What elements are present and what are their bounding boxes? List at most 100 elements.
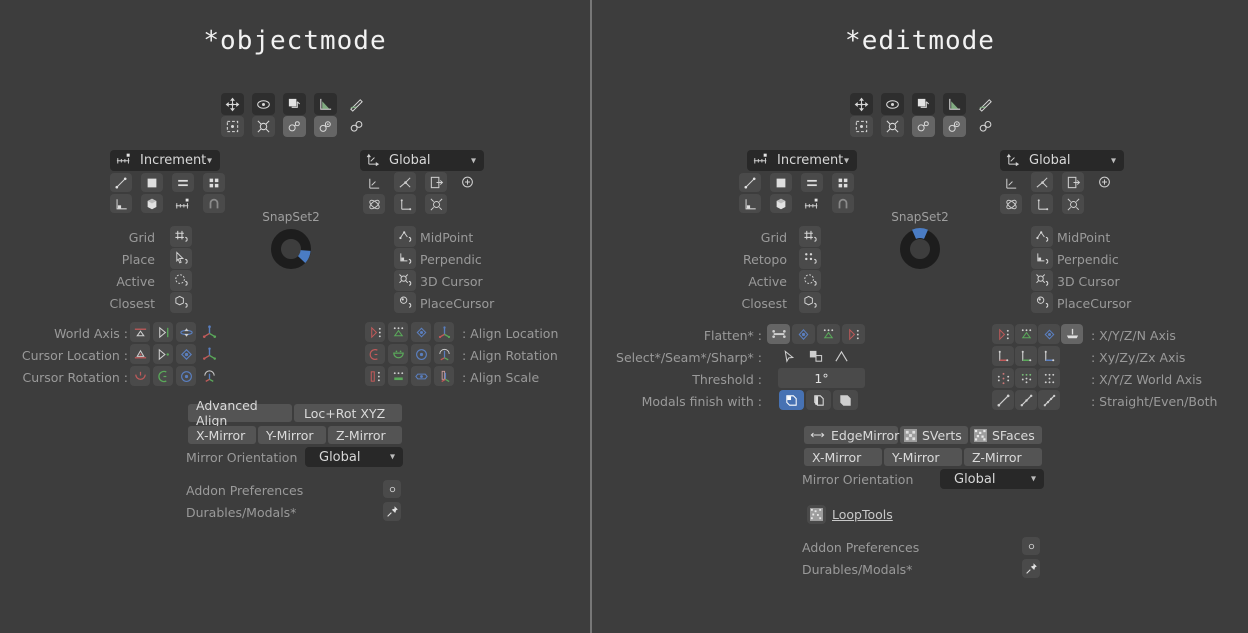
midpoint-icon[interactable] [1031, 226, 1053, 247]
midpoint-icon[interactable] [394, 226, 416, 247]
perpendicular-icon[interactable] [1031, 248, 1053, 269]
orient-view-icon[interactable] [363, 194, 385, 214]
sverts-button[interactable]: SVerts [900, 426, 968, 444]
3d-cursor-icon[interactable] [1031, 270, 1053, 291]
loc-y-icon[interactable] [153, 344, 173, 364]
loc-xyz-icon[interactable] [199, 344, 219, 364]
sharp-icon[interactable] [830, 346, 853, 366]
snap-cube-icon[interactable] [770, 194, 792, 213]
ax-y-icon[interactable] [1015, 324, 1037, 344]
place-cursor-icon[interactable] [394, 292, 416, 313]
as-y-icon[interactable] [388, 366, 408, 386]
retopo-snap-icon[interactable] [799, 248, 821, 269]
orient-global-icon[interactable] [1000, 172, 1022, 192]
select-pick-icon[interactable] [778, 346, 801, 366]
gear-icon[interactable] [383, 480, 401, 498]
modal-a-icon[interactable] [779, 390, 804, 410]
y-mirror-button[interactable]: Y-Mirror [884, 448, 962, 466]
axis-y-icon[interactable] [153, 322, 173, 342]
snap-grid-icon[interactable] [832, 173, 854, 192]
flatten-center-icon[interactable] [792, 324, 815, 344]
snap-cube-icon2[interactable] [141, 194, 163, 213]
tool-rotate-icon[interactable] [252, 93, 275, 115]
place-cursor-icon[interactable] [1031, 292, 1053, 313]
straight-icon[interactable] [992, 390, 1014, 410]
place-snap-icon[interactable] [170, 248, 192, 269]
closest-snap-icon[interactable] [799, 292, 821, 313]
tool-rotate-icon[interactable] [881, 93, 904, 115]
snap-volume-icon[interactable] [172, 173, 194, 192]
snap-face-icon[interactable] [141, 173, 163, 192]
tool-move-icon[interactable] [221, 93, 244, 115]
active-snap-icon[interactable] [170, 270, 192, 291]
tool-snap-double-icon[interactable] [314, 116, 337, 137]
orient-local-icon[interactable] [1031, 194, 1053, 214]
orient-gimbal-icon[interactable] [425, 172, 447, 192]
ax-z-icon[interactable] [1038, 324, 1060, 344]
active-snap-icon[interactable] [799, 270, 821, 291]
wz-icon[interactable] [1038, 368, 1060, 388]
snap-vertex-icon[interactable] [739, 194, 761, 213]
ax-n-icon[interactable] [1061, 324, 1083, 344]
perpendicular-icon[interactable] [394, 248, 416, 269]
axis-x-icon[interactable] [130, 322, 150, 342]
snap-volume-icon[interactable] [801, 173, 823, 192]
tool-scale-icon[interactable] [912, 93, 935, 115]
orient-cursor-icon[interactable] [1062, 194, 1084, 214]
as-xyz-icon[interactable] [434, 366, 454, 386]
axis-xyz-icon[interactable] [199, 322, 219, 342]
orientation-dropdown[interactable]: Global ▾ [360, 150, 484, 171]
snap-increment-icon[interactable] [801, 194, 823, 213]
wx-icon[interactable] [992, 368, 1014, 388]
edge-mirror-button[interactable]: EdgeMirror [804, 426, 899, 444]
z-mirror-button[interactable]: Z-Mirror [328, 426, 402, 444]
tool-annotate-icon[interactable] [345, 93, 368, 115]
ax-x-icon[interactable] [992, 324, 1014, 344]
tool-snap-link-icon[interactable] [345, 116, 368, 137]
grid-snap-icon[interactable] [170, 226, 192, 247]
tool-snap-single-icon[interactable] [283, 116, 306, 137]
x-mirror-button[interactable]: X-Mirror [188, 426, 256, 444]
rot-y-icon[interactable] [153, 366, 173, 386]
orient-add-icon[interactable] [456, 172, 478, 192]
snap-edge-icon[interactable] [110, 173, 132, 192]
orient-gimbal-icon[interactable] [1062, 172, 1084, 192]
tool-measure-icon[interactable] [314, 93, 337, 115]
modal-c-icon[interactable] [833, 390, 858, 410]
rot-z-icon[interactable] [176, 366, 196, 386]
snap-face-icon[interactable] [770, 173, 792, 192]
tool-move-icon[interactable] [850, 93, 873, 115]
orient-normal-icon[interactable] [1031, 172, 1053, 192]
snap-mode-dropdown[interactable]: Increment ▾ [110, 150, 220, 171]
snap-mode-dropdown[interactable]: Increment ▾ [747, 150, 857, 171]
3d-cursor-icon[interactable] [394, 270, 416, 291]
tool-select-box-icon[interactable] [221, 116, 244, 137]
mirror-orientation-dropdown[interactable]: Global ▾ [940, 469, 1044, 489]
snapset-widget[interactable]: SnapSet2 [884, 210, 956, 275]
both-icon[interactable] [1038, 390, 1060, 410]
snap-vertex-icon[interactable] [110, 194, 132, 213]
snap-increment-icon[interactable] [172, 194, 194, 213]
as-z-icon[interactable] [411, 366, 431, 386]
ar-xyz-icon[interactable] [434, 344, 454, 364]
al-y-icon[interactable] [388, 322, 408, 342]
al-x-icon[interactable] [365, 322, 385, 342]
al-xyz-icon[interactable] [434, 322, 454, 342]
tool-cursor-icon[interactable] [881, 116, 904, 137]
y-mirror-button[interactable]: Y-Mirror [258, 426, 326, 444]
snapset-widget[interactable]: SnapSet2 [255, 210, 327, 275]
gear-icon[interactable] [1022, 537, 1040, 555]
ar-y-icon[interactable] [388, 344, 408, 364]
locrot-xyz-button[interactable]: Loc+Rot XYZ [294, 404, 402, 422]
tool-cursor-icon[interactable] [252, 116, 275, 137]
orient-cursor-icon[interactable] [425, 194, 447, 214]
ar-z-icon[interactable] [411, 344, 431, 364]
orient-local-icon[interactable] [394, 194, 416, 214]
axis-z-icon[interactable] [176, 322, 196, 342]
tool-snap-double-icon[interactable] [943, 116, 966, 137]
closest-snap-icon[interactable] [170, 292, 192, 313]
al-z-icon[interactable] [411, 322, 431, 342]
wy-icon[interactable] [1015, 368, 1037, 388]
loc-x-icon[interactable] [130, 344, 150, 364]
pin-icon[interactable] [1022, 559, 1040, 578]
